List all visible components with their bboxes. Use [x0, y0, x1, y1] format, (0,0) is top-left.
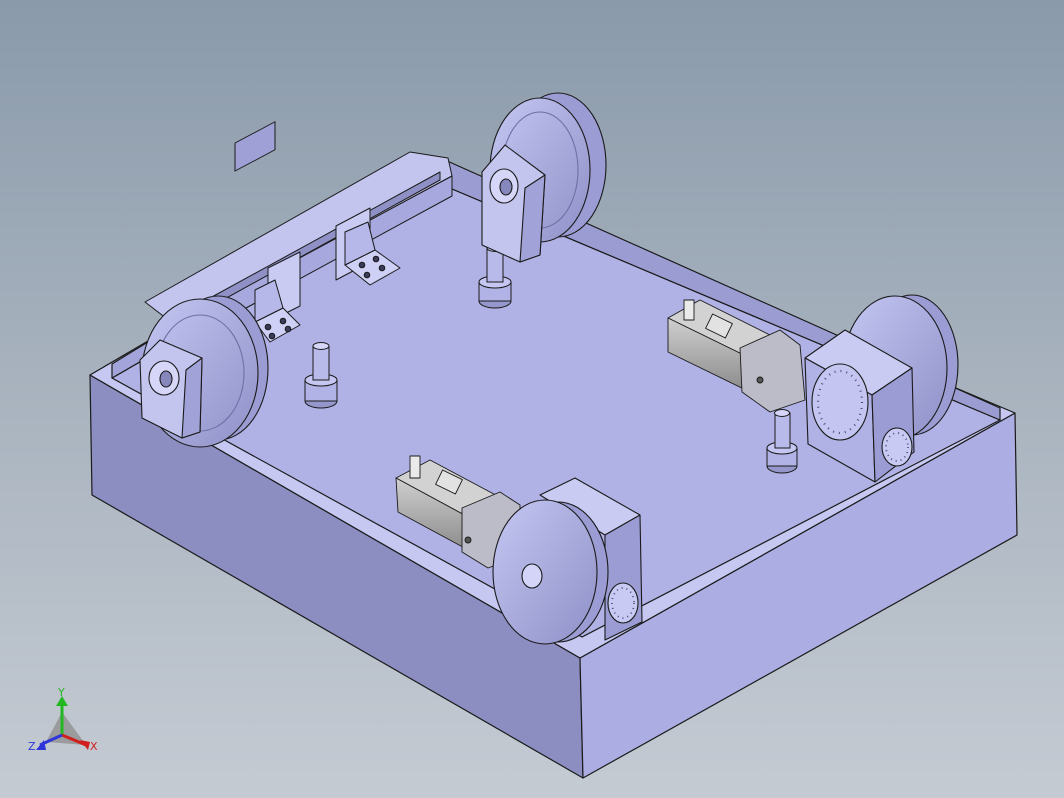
x-axis-arrow-icon [80, 740, 90, 750]
bracket-hole [268, 332, 276, 340]
bearing-bore [159, 370, 173, 388]
bracket-hole [264, 323, 272, 331]
gearbox-bolt [464, 536, 472, 544]
cad-viewport[interactable]: Y X Z [0, 0, 1064, 798]
orientation-triad[interactable]: Y X Z [28, 686, 98, 753]
motor-cable-gland [683, 299, 695, 321]
bracket-hole [372, 255, 380, 263]
bracket-hole [378, 264, 386, 272]
pin-top [312, 342, 330, 350]
wheel-hub [521, 563, 543, 589]
model-scene[interactable]: Y X Z [0, 0, 1064, 798]
pin-top [774, 409, 790, 417]
bearing-bore [499, 178, 513, 196]
x-axis-label: X [90, 740, 98, 753]
pin-shaft [312, 345, 330, 381]
gearbox-bolt [756, 376, 764, 384]
side-rail-slot-1 [234, 121, 276, 172]
z-axis-label: Z [28, 740, 36, 753]
y-axis-label: Y [57, 686, 65, 699]
bracket-hole [284, 325, 292, 333]
pin-shaft [774, 412, 791, 449]
motor-cable-gland [409, 455, 421, 479]
drive-flange [811, 363, 869, 441]
wheel-rear-left[interactable] [139, 295, 269, 448]
bracket-hole [363, 271, 371, 279]
wheel-face [492, 499, 598, 645]
bracket-hole [358, 261, 366, 269]
bracket-hole [279, 317, 287, 325]
